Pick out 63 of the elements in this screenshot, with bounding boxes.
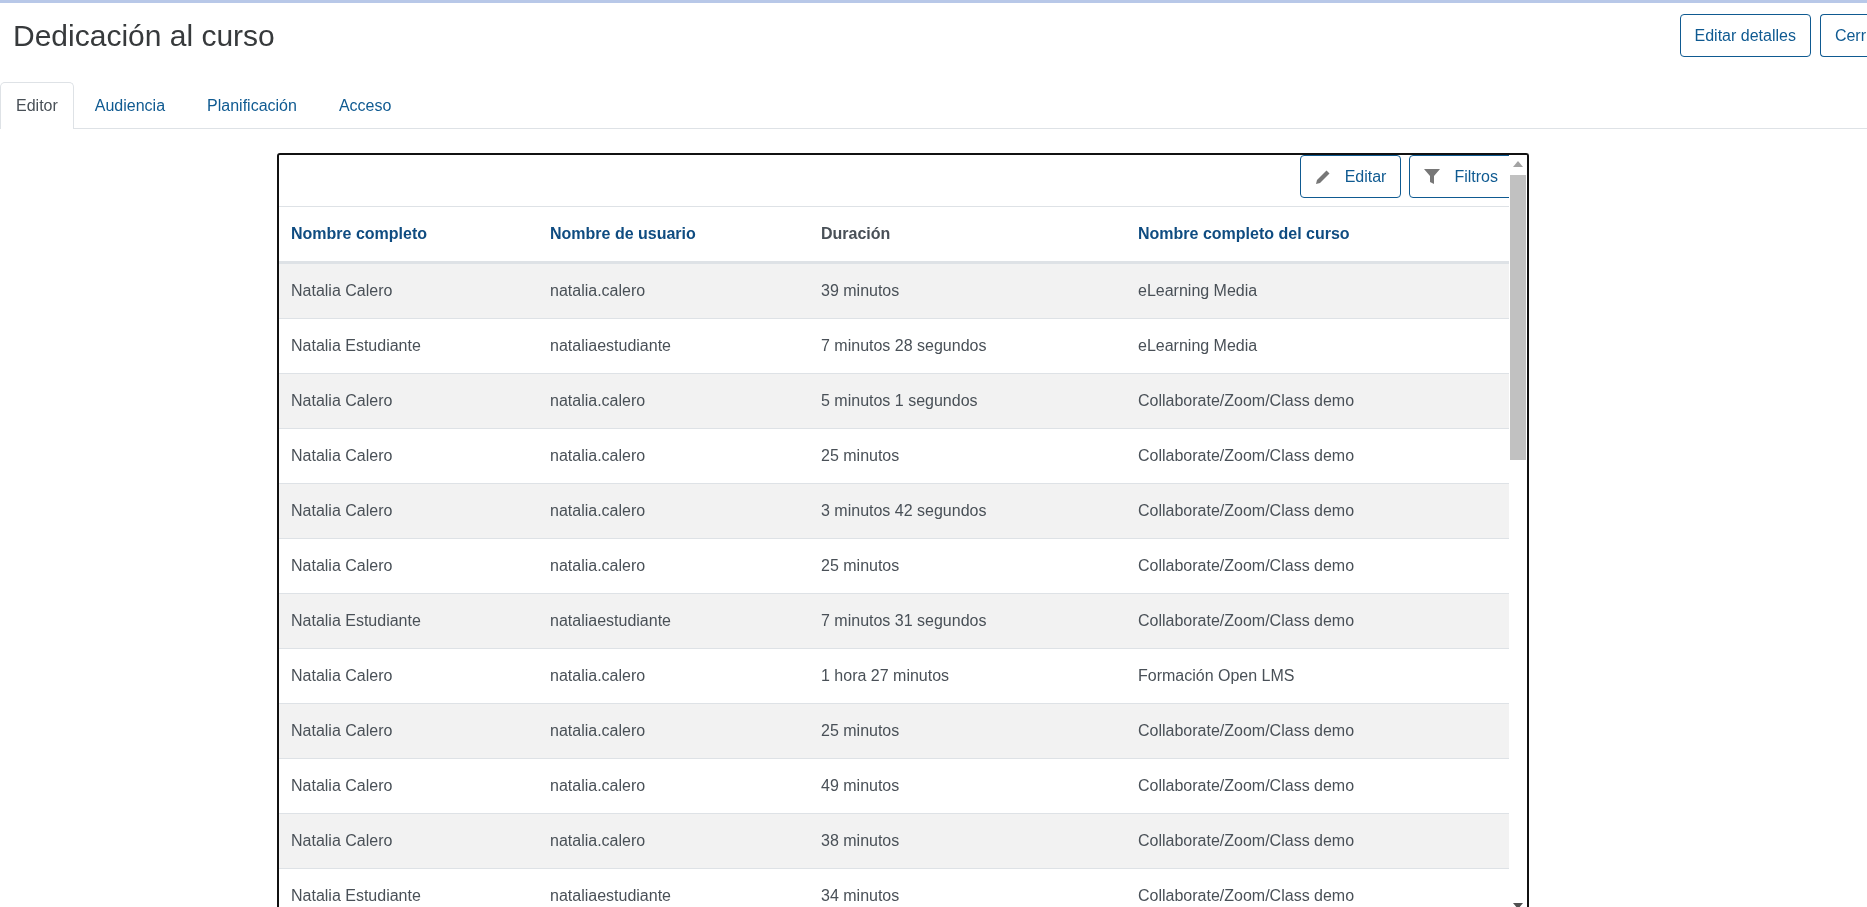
action-button[interactable]: Editar detalles: [1679, 14, 1811, 57]
table-cell-text: 38 minutos: [820, 832, 901, 850]
table-cell-text: 7 minutos 28 segundos: [820, 337, 988, 355]
table-cell-text: Collaborate/Zoom/Class demo: [1137, 447, 1356, 465]
table-cell-text: natalia.calero: [549, 282, 647, 300]
table-cell-text: Natalia Calero: [290, 667, 394, 685]
table-cell-text: Collaborate/Zoom/Class demo: [1137, 722, 1356, 740]
table-cell-text: Natalia Calero: [290, 832, 394, 850]
table-cell-text: Natalia Calero: [290, 392, 394, 410]
table-cell-text: Collaborate/Zoom/Class demo: [1137, 612, 1356, 630]
table-cell-text: Collaborate/Zoom/Class demo: [1137, 777, 1356, 795]
table-cell-text: Natalia Estudiante: [290, 612, 422, 630]
table-cell-text: Collaborate/Zoom/Class demo: [1137, 887, 1356, 905]
edit-button[interactable]: Editar: [1299, 155, 1402, 198]
column-header: Duración: [820, 225, 892, 243]
table-cell-text: Natalia Estudiante: [290, 887, 422, 905]
table-cell-text: nataliaestudiante: [549, 612, 672, 630]
table-cell-text: 49 minutos: [820, 777, 901, 795]
table-cell-text: 39 minutos: [820, 282, 901, 300]
tab[interactable]: Editor: [0, 82, 74, 129]
table-cell-text: natalia.calero: [549, 777, 647, 795]
table-cell-text: eLearning Media: [1137, 282, 1259, 300]
table-cell-text: 25 minutos: [820, 557, 901, 575]
table-cell-text: Natalia Calero: [290, 722, 394, 740]
pencil-icon: [1314, 168, 1331, 185]
table-cell-text: Natalia Calero: [290, 282, 394, 300]
table-cell-text: Natalia Calero: [290, 777, 394, 795]
table-cell-text: natalia.calero: [549, 557, 647, 575]
table-cell-text: 3 minutos 42 segundos: [820, 502, 988, 520]
table-cell-text: 34 minutos: [820, 887, 901, 905]
column-header[interactable]: Nombre completo del curso: [1126, 225, 1513, 243]
tab[interactable]: Planificación: [186, 82, 318, 129]
table-cell-text: 1 hora 27 minutos: [820, 667, 951, 685]
column-header[interactable]: Nombre de usuario: [538, 225, 809, 243]
table-cell-text: Natalia Calero: [290, 557, 394, 575]
table-cell-text: 25 minutos: [820, 722, 901, 740]
column-header[interactable]: Nombre completo: [279, 225, 538, 243]
table-cell-text: natalia.calero: [549, 832, 647, 850]
action-button[interactable]: Cerr: [1819, 14, 1867, 57]
table-cell-text: natalia.calero: [549, 502, 647, 520]
table-cell-text: nataliaestudiante: [549, 337, 672, 355]
table-cell-text: Collaborate/Zoom/Class demo: [1137, 502, 1356, 520]
table-cell-text: 25 minutos: [820, 447, 901, 465]
scrollbar[interactable]: [1509, 155, 1527, 907]
table-cell-text: natalia.calero: [549, 392, 647, 410]
table-cell-text: natalia.calero: [549, 722, 647, 740]
table-cell-text: eLearning Media: [1137, 337, 1259, 355]
table-cell-text: Collaborate/Zoom/Class demo: [1137, 557, 1356, 575]
page-title: Dedicación al curso: [13, 18, 275, 53]
table-cell-text: 7 minutos 31 segundos: [820, 612, 988, 630]
table-cell-text: Collaborate/Zoom/Class demo: [1137, 832, 1356, 850]
table-cell-text: natalia.calero: [549, 447, 647, 465]
table-cell-text: 5 minutos 1 segundos: [820, 392, 979, 410]
table-cell-text: nataliaestudiante: [549, 887, 672, 905]
table-cell-text: Natalia Calero: [290, 502, 394, 520]
table-cell-text: natalia.calero: [549, 667, 647, 685]
table-cell-text: Formación Open LMS: [1137, 667, 1296, 685]
filter-icon: [1424, 169, 1441, 184]
tab[interactable]: Audiencia: [73, 82, 187, 129]
table-cell-text: Collaborate/Zoom/Class demo: [1137, 392, 1356, 410]
table-cell-text: Natalia Calero: [290, 447, 394, 465]
table-cell-text: Natalia Estudiante: [290, 337, 422, 355]
tab[interactable]: Acceso: [317, 82, 413, 129]
